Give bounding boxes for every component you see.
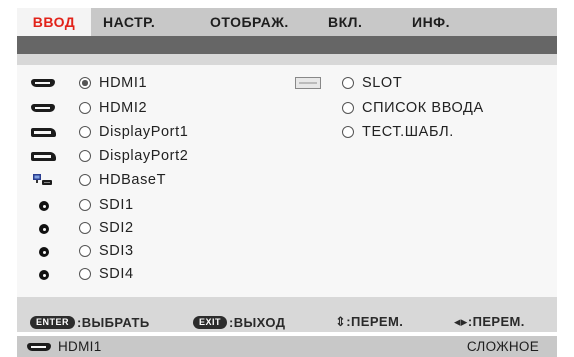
tab-setup[interactable]: НАСТР. [103, 8, 155, 36]
radio-button[interactable] [79, 126, 91, 138]
hdmi-icon [27, 343, 51, 351]
radio-button[interactable] [79, 102, 91, 114]
help-updown-action: ⇕:ПЕРЕМ. [335, 314, 404, 329]
input-option-sdi3[interactable]: SDI3 [79, 240, 134, 262]
input-option-sdi2[interactable]: SDI2 [79, 217, 134, 239]
sdi-icon [39, 247, 49, 257]
radio-button[interactable] [342, 126, 354, 138]
status-bar: HDMI1 СЛОЖНОЕ [17, 336, 557, 357]
radio-button[interactable] [79, 268, 91, 280]
help-exit-action: :ВЫХОД [229, 314, 286, 330]
input-option-displayport1[interactable]: DisplayPort1 [79, 121, 188, 143]
input-option-displayport2[interactable]: DisplayPort2 [79, 145, 188, 167]
key-help-bar: ENTER :ВЫБРАТЬ EXIT :ВЫХОД ⇕:ПЕРЕМ. ◂▸:П… [17, 312, 557, 332]
input-label: SDI4 [99, 266, 134, 282]
menu-tab-bar: ВВОД НАСТР. ОТОБРАЖ. ВКЛ. ИНФ. [17, 8, 557, 36]
input-label: DisplayPort1 [99, 124, 189, 140]
radio-button[interactable] [79, 222, 91, 234]
input-option-hdmi1[interactable]: HDMI1 [79, 72, 147, 94]
help-leftright-action: ◂▸:ПЕРЕМ. [454, 314, 525, 329]
help-enter: ENTER :ВЫБРАТЬ [30, 312, 150, 332]
hdmi-icon [31, 104, 55, 112]
radio-button[interactable] [342, 77, 354, 89]
sdi-icon [39, 270, 49, 280]
current-source: HDMI1 [58, 339, 102, 354]
input-option-hdmi2[interactable]: HDMI2 [79, 97, 147, 119]
radio-button[interactable] [79, 199, 91, 211]
displayport-icon [31, 128, 56, 137]
input-option-hdbaset[interactable]: HDBaseT [79, 169, 166, 191]
input-option-sdi4[interactable]: SDI4 [79, 263, 134, 285]
input-option-sdi1[interactable]: SDI1 [79, 194, 134, 216]
exit-key-icon: EXIT [193, 315, 228, 329]
radio-button[interactable] [79, 150, 91, 162]
input-label: HDMI1 [99, 75, 148, 91]
slot-icon [295, 77, 321, 89]
help-leftright: ◂▸:ПЕРЕМ. [454, 312, 525, 332]
input-label: SDI3 [99, 243, 134, 259]
input-option-slot[interactable]: SLOT [342, 72, 402, 94]
submenu-band [17, 36, 557, 54]
input-label: HDMI2 [99, 100, 148, 116]
help-updown: ⇕:ПЕРЕМ. [335, 312, 403, 332]
displayport-icon [31, 152, 56, 161]
input-label: SDI1 [99, 197, 134, 213]
input-option-test-pattern[interactable]: ТЕСТ.ШАБЛ. [342, 121, 454, 143]
hdbaset-icon [33, 174, 52, 185]
tab-on[interactable]: ВКЛ. [328, 8, 362, 36]
input-label: СПИСОК ВВОДА [362, 100, 484, 116]
radio-button[interactable] [79, 245, 91, 257]
help-exit: EXIT :ВЫХОД [193, 312, 285, 332]
radio-button[interactable] [79, 174, 91, 186]
help-enter-action: :ВЫБРАТЬ [77, 314, 150, 330]
sdi-icon [39, 224, 49, 234]
tab-display[interactable]: ОТОБРАЖ. [210, 8, 289, 36]
tab-info[interactable]: ИНФ. [412, 8, 450, 36]
input-label: ТЕСТ.ШАБЛ. [362, 124, 454, 140]
tab-input[interactable]: ВВОД [17, 8, 91, 36]
radio-button[interactable] [342, 102, 354, 114]
input-label: SLOT [362, 75, 403, 91]
enter-key-icon: ENTER [30, 315, 76, 329]
input-label: HDBaseT [99, 172, 167, 188]
hdmi-icon [31, 79, 55, 87]
radio-button-selected[interactable] [79, 77, 91, 89]
input-label: SDI2 [99, 220, 134, 236]
input-label: DisplayPort2 [99, 148, 189, 164]
sdi-icon [39, 201, 49, 211]
input-option-input-list[interactable]: СПИСОК ВВОДА [342, 97, 484, 119]
menu-mode: СЛОЖНОЕ [466, 339, 539, 354]
